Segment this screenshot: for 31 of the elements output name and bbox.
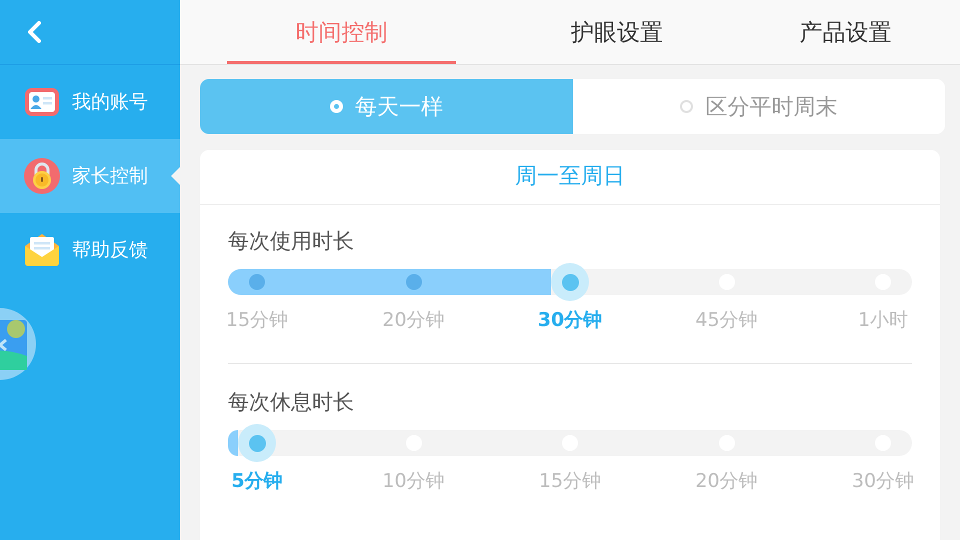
setting-label: 每次休息时长: [228, 389, 355, 416]
mode-option[interactable]: 每天一样: [200, 79, 572, 134]
option-label[interactable]: 45分钟: [698, 307, 756, 333]
option-label[interactable]: 15分钟: [228, 307, 286, 333]
option-label[interactable]: 10分钟: [384, 468, 442, 494]
sidebar-item[interactable]: 帮助反馈: [0, 213, 180, 287]
card-title: 周一至周日: [200, 150, 940, 205]
slider-fill: [228, 430, 238, 456]
tab[interactable]: 产品设置: [731, 0, 960, 64]
option-label[interactable]: 20分钟: [384, 307, 442, 333]
slider-thumb[interactable]: [238, 424, 276, 462]
option-label[interactable]: 15分钟: [541, 468, 599, 494]
tab[interactable]: 护眼设置: [502, 0, 732, 64]
slider[interactable]: [228, 263, 912, 301]
picture-icon[interactable]: [0, 308, 36, 380]
tab[interactable]: 时间控制: [227, 0, 456, 64]
option-label[interactable]: 1小时: [854, 307, 912, 333]
option-label[interactable]: 5分钟: [228, 468, 286, 494]
setting-label: 每次使用时长: [228, 228, 355, 255]
back-icon[interactable]: [26, 20, 42, 44]
id-card-icon: [24, 87, 60, 117]
slider[interactable]: [228, 424, 912, 462]
slider-thumb[interactable]: [551, 263, 589, 301]
sidebar-item[interactable]: 我的账号: [0, 65, 180, 139]
sidebar-item[interactable]: 家长控制: [0, 139, 180, 213]
envelope-icon: [24, 233, 60, 267]
option-label[interactable]: 30分钟: [541, 307, 599, 333]
option-label[interactable]: 20分钟: [698, 468, 756, 494]
padlock-icon: [24, 158, 60, 194]
selection-pointer-icon: [171, 167, 180, 185]
option-label[interactable]: 30分钟: [854, 468, 912, 494]
